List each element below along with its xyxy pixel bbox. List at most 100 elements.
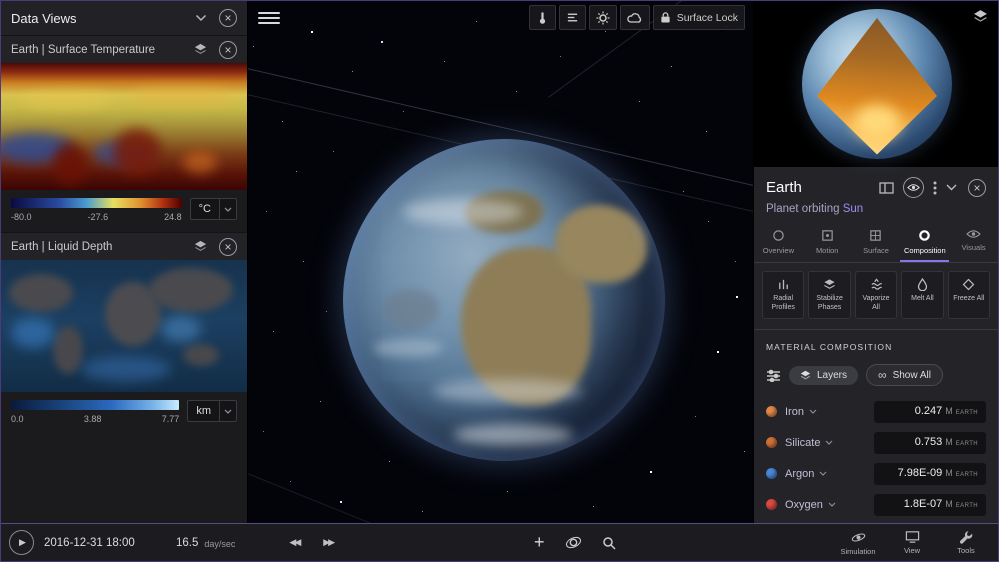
material-name-button[interactable]: Iron [785, 406, 817, 418]
orbit-line [248, 453, 588, 523]
material-name-button[interactable]: Oxygen [785, 499, 836, 511]
material-name-button[interactable]: Argon [785, 468, 827, 480]
show-all-label: Show All [892, 369, 931, 381]
temperature-view-button[interactable] [528, 5, 556, 30]
clouds-button[interactable] [619, 5, 650, 30]
slow-down-button[interactable]: ◀◀ [283, 533, 305, 552]
material-value-field[interactable]: 7.98E-09 M EARTH [874, 462, 986, 485]
material-value: 1.8E-07 [903, 497, 943, 510]
chevron-down-icon[interactable] [195, 14, 207, 22]
material-value: 0.753 [914, 435, 943, 448]
panel-layout-icon[interactable] [879, 181, 894, 194]
layers-icon[interactable] [194, 43, 207, 56]
close-data-views-button[interactable]: × [219, 9, 237, 27]
cloud-icon [626, 12, 643, 24]
simulation-speed-value[interactable]: 16.5 [176, 537, 198, 549]
wrench-icon [959, 530, 973, 544]
kebab-menu-icon[interactable] [933, 181, 937, 195]
material-name: Iron [785, 405, 804, 418]
gear-icon [596, 11, 610, 25]
temperature-unit-dropdown[interactable]: °C [189, 198, 237, 220]
data-overlays-button[interactable] [558, 5, 586, 30]
surface-temperature-title: Earth | Surface Temperature [11, 43, 156, 56]
ocean-highlight [383, 289, 439, 329]
tab-label: Overview [762, 246, 795, 255]
simulation-menu-button[interactable]: Simulation [834, 530, 882, 556]
data-views-title: Data Views [11, 10, 77, 26]
legend-min: 0.0 [11, 414, 24, 424]
depth-unit-dropdown[interactable]: km [187, 400, 237, 422]
map-hot-blob [53, 143, 87, 185]
collapse-chevron-icon[interactable] [946, 184, 957, 191]
unit-main: M [945, 405, 953, 416]
tab-motion[interactable]: Motion [803, 223, 852, 262]
earth-planet[interactable] [343, 139, 665, 461]
legend-max: 24.8 [164, 212, 182, 222]
layers-icon[interactable] [194, 240, 207, 253]
material-name: Silicate [785, 436, 821, 449]
filter-sliders-icon[interactable] [766, 369, 781, 382]
materials-list: Iron 0.247 M EARTH Silicate 0.753 M EART… [754, 396, 998, 523]
action-label: Radial Profiles [771, 295, 795, 311]
space-viewport[interactable]: Surface Lock [247, 1, 754, 523]
material-row-silicate: Silicate 0.753 M EARTH [754, 427, 998, 458]
stabilize-phases-button[interactable]: Stabilize Phases [808, 271, 851, 319]
tab-visuals[interactable]: Visuals [949, 223, 998, 262]
speed-up-button[interactable]: ▶▶ [317, 533, 339, 552]
map-band-blob [131, 87, 231, 105]
visibility-eye-icon[interactable] [903, 177, 924, 198]
layers-filter-label: Layers [817, 369, 848, 381]
simulation-speed-unit[interactable]: day/sec [204, 539, 235, 549]
map-deep-blob [81, 356, 171, 382]
tool-label: Simulation [840, 546, 876, 556]
melt-all-button[interactable]: Melt All [901, 271, 944, 319]
landmass-asia [555, 205, 647, 283]
tab-composition[interactable]: Composition [900, 223, 950, 262]
layers-icon[interactable] [973, 9, 988, 24]
effects-button[interactable] [588, 5, 617, 30]
tools-menu-button[interactable]: Tools [942, 530, 990, 556]
material-name-button[interactable]: Silicate [785, 437, 833, 449]
add-object-button[interactable]: + [534, 532, 545, 553]
cloud-band [433, 379, 583, 403]
liquid-depth-legend: 0.0 3.88 7.77 km [1, 392, 247, 434]
infinity-icon: ∞ [878, 368, 887, 382]
earth-cutaway-preview[interactable] [754, 1, 998, 167]
surface-temperature-map[interactable] [1, 63, 247, 190]
tab-surface[interactable]: Surface [852, 223, 901, 262]
radial-profiles-button[interactable]: Radial Profiles [762, 271, 805, 319]
tab-overview[interactable]: Overview [754, 223, 803, 262]
action-label: Freeze All [953, 295, 985, 302]
material-value-field[interactable]: 1.8E-07 M EARTH [874, 493, 986, 516]
search-icon[interactable] [602, 536, 616, 550]
vaporize-all-button[interactable]: Vaporize All [854, 271, 898, 319]
surface-temperature-header: Earth | Surface Temperature × [1, 35, 247, 63]
show-all-button[interactable]: ∞ Show All [866, 364, 943, 386]
material-value-field[interactable]: 0.247 M EARTH [874, 400, 986, 423]
close-planet-panel-button[interactable]: × [968, 178, 986, 197]
unit-sub: EARTH [955, 471, 978, 478]
simulation-icon [851, 530, 866, 545]
map-deep-blob [161, 316, 201, 342]
layers-filter-button[interactable]: Layers [789, 365, 859, 385]
menu-hamburger-button[interactable] [258, 8, 280, 28]
parent-body-link[interactable]: Sun [843, 203, 863, 215]
legend-gradient-block: -80.0 -27.6 24.8 [11, 198, 182, 222]
planet-info-header: Earth × [754, 167, 998, 200]
play-button[interactable]: ▶ [9, 530, 34, 555]
simulation-datetime[interactable]: 2016-12-31 18:00 [44, 537, 162, 549]
close-surface-temperature-button[interactable]: × [219, 40, 237, 59]
focus-orbit-icon[interactable] [565, 534, 582, 551]
surface-lock-button[interactable]: Surface Lock [652, 5, 745, 30]
view-menu-button[interactable]: View [888, 530, 936, 556]
thermometer-icon [536, 11, 549, 25]
liquid-depth-map[interactable] [1, 260, 247, 392]
starfield-bright [248, 1, 250, 3]
map-deep-blob [11, 318, 55, 348]
freeze-all-button[interactable]: Freeze All [947, 271, 991, 319]
data-views-panel: Data Views × Earth | Surface Temperature… [1, 1, 247, 523]
material-value-field[interactable]: 0.753 M EARTH [874, 431, 986, 454]
cloud-band [403, 199, 523, 225]
close-liquid-depth-button[interactable]: × [219, 237, 237, 256]
planet-title: Earth [766, 179, 802, 196]
